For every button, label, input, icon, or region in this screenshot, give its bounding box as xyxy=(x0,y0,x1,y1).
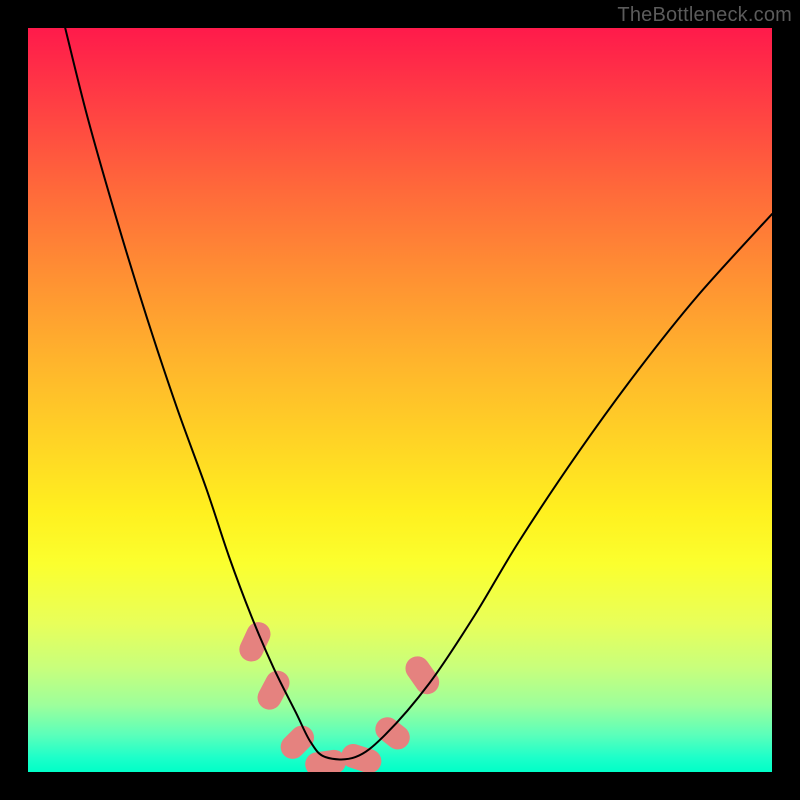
curve-svg xyxy=(28,28,772,772)
watermark-text: TheBottleneck.com xyxy=(617,4,792,27)
highlight-markers xyxy=(235,618,443,772)
highlight-capsule xyxy=(338,741,384,772)
highlight-capsule xyxy=(371,712,415,754)
highlight-capsule xyxy=(253,666,293,713)
plot-area xyxy=(28,28,772,772)
chart-frame: TheBottleneck.com xyxy=(0,0,800,800)
bottleneck-curve xyxy=(65,28,772,759)
